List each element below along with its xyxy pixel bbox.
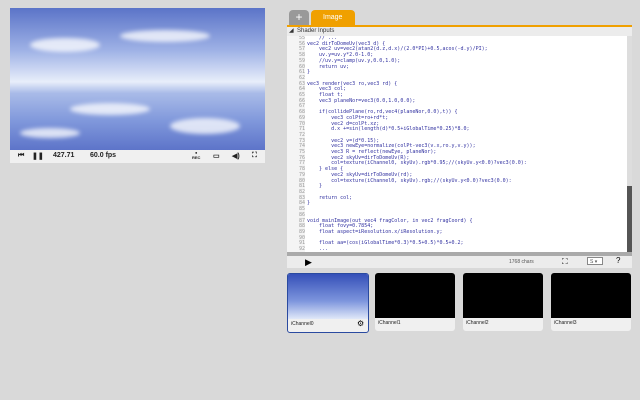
- collapse-icon: ◢: [289, 28, 294, 34]
- channel-label: iChannel1: [378, 320, 401, 326]
- channel-empty-preview[interactable]: [551, 273, 631, 318]
- channel-label: iChannel3: [554, 320, 577, 326]
- channel-0[interactable]: iChannel0 ⚙: [287, 273, 369, 333]
- gear-icon[interactable]: ⚙: [357, 319, 364, 328]
- shader-canvas[interactable]: [10, 8, 265, 150]
- code-text[interactable]: // ... vec2 dirToDomeUv(vec3 d) { vec2 u…: [307, 36, 527, 252]
- shader-inputs-toggle[interactable]: ◢ Shader Inputs: [287, 27, 632, 36]
- shader-player: ⏮ ❚❚ 427.71 60.0 fps ● REC ▭ ◀) ⛶: [10, 8, 265, 163]
- help-button[interactable]: ?: [616, 256, 620, 265]
- scrollbar-thumb[interactable]: [627, 186, 632, 252]
- channel-empty-preview[interactable]: [375, 273, 455, 318]
- tab-bar: + Image: [287, 8, 632, 27]
- vertical-scrollbar[interactable]: [627, 36, 632, 252]
- record-button[interactable]: ● REC: [192, 150, 200, 160]
- channel-2[interactable]: iChannel2: [463, 273, 543, 331]
- font-size-select[interactable]: S ▾: [587, 257, 603, 265]
- tab-image[interactable]: Image: [311, 10, 355, 25]
- channel-label: iChannel0: [291, 321, 314, 327]
- font-size-value: S: [590, 259, 594, 265]
- vr-icon[interactable]: ▭: [213, 152, 220, 160]
- channel-empty-preview[interactable]: [463, 273, 543, 318]
- time-display: 427.71: [53, 152, 75, 159]
- channel-1[interactable]: iChannel1: [375, 273, 455, 331]
- channel-label: iChannel2: [466, 320, 489, 326]
- char-count: 1768 chars: [509, 259, 534, 265]
- code-editor-panel: + Image ◢ Shader Inputs 55 56 57 58 59 60 61 62 6…: [287, 8, 632, 268]
- fullscreen-editor-icon[interactable]: ⛶: [562, 257, 568, 267]
- rewind-icon[interactable]: ⏮: [18, 152, 24, 160]
- add-tab-button[interactable]: +: [289, 10, 309, 25]
- fps-display: 60.0 fps: [90, 152, 117, 159]
- channel-texture-preview[interactable]: [288, 274, 368, 319]
- code-area[interactable]: 55 56 57 58 59 60 61 62 63 64 65 66 67 68 69 70 71 72 73 74…: [287, 36, 627, 252]
- channel-3[interactable]: iChannel3: [551, 273, 631, 331]
- editor-status-bar: ▶ 1768 chars ⛶ S ▾ ?: [287, 256, 632, 268]
- shader-inputs-label: Shader Inputs: [297, 28, 335, 34]
- line-number-gutter: 55 56 57 58 59 60 61 62 63 64 65 66 67 68 69 70 71 72 73 74…: [287, 36, 305, 252]
- player-controls: ⏮ ❚❚ 427.71 60.0 fps ● REC ▭ ◀) ⛶: [10, 150, 265, 163]
- fullscreen-icon[interactable]: ⛶: [252, 152, 257, 160]
- pause-icon[interactable]: ❚❚: [32, 152, 44, 160]
- compile-button[interactable]: ▶: [305, 257, 312, 268]
- volume-icon[interactable]: ◀): [232, 152, 240, 160]
- rec-label: REC: [192, 155, 201, 160]
